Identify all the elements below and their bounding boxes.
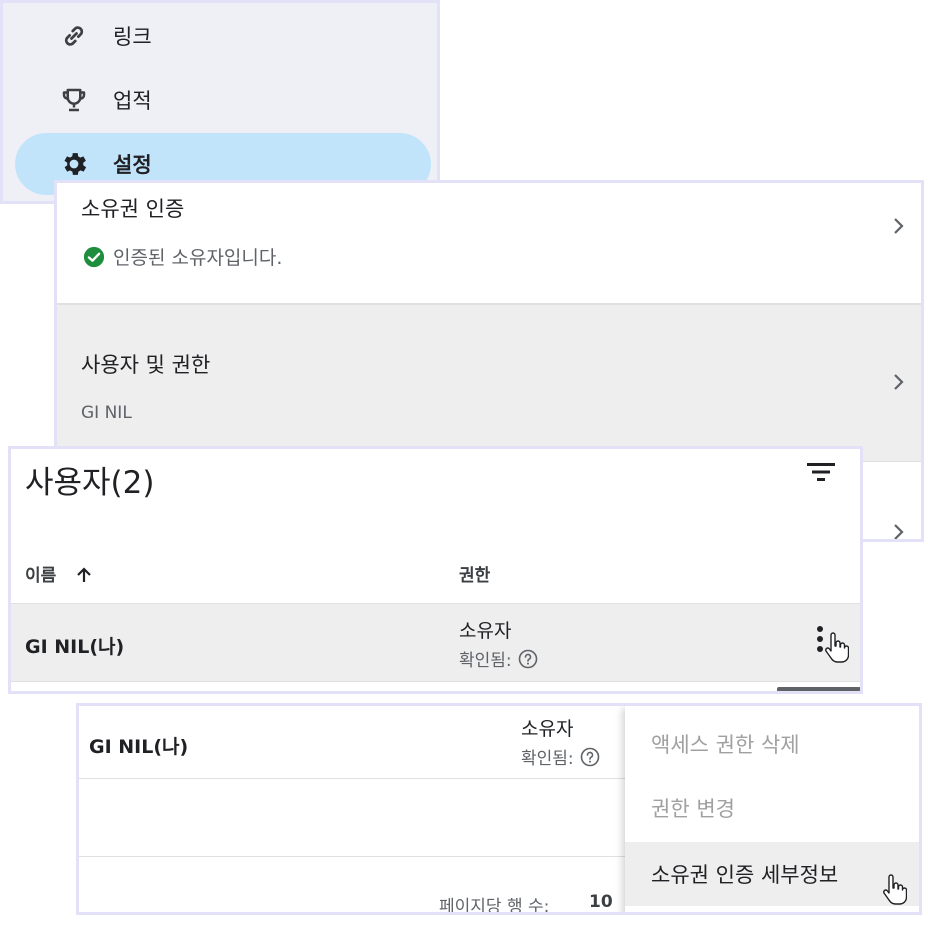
sidebar-item-label: 설정 <box>113 153 152 177</box>
sidebar-panel: 링크 업적 설정 <box>0 0 440 204</box>
rows-per-page-label: 페이지당 행 수: <box>439 897 550 915</box>
table-row[interactable]: GI NIL(나) 소유자 확인됨: <box>11 604 860 681</box>
chevron-right-icon <box>894 374 904 390</box>
hand-cursor-icon <box>883 874 907 905</box>
column-header-name-label: 이름 <box>25 566 57 586</box>
ownership-status: 인증된 소유자입니다. <box>83 243 282 270</box>
user-name: GI NIL(나) <box>89 736 189 758</box>
user-verified-label: 확인됨: <box>521 749 574 769</box>
user-role: 소유자 <box>459 620 512 642</box>
chevron-right-icon <box>894 524 904 539</box>
menu-item-label: 액세스 권한 삭제 <box>651 733 800 757</box>
ownership-verification-row[interactable]: 소유권 인증 인증된 소유자입니다. <box>57 183 921 303</box>
users-table-title: 사용자(2) <box>25 465 155 501</box>
users-table-panel: 사용자(2) 이름 권한 GI NIL(나) 소유자 확인됨: <box>8 446 863 694</box>
users-permissions-title: 사용자 및 권한 <box>81 353 211 377</box>
filter-icon[interactable] <box>806 459 836 485</box>
menu-item-change-permission[interactable]: 권한 변경 <box>625 776 919 840</box>
menu-item-label: 소유권 인증 세부정보 <box>651 863 839 887</box>
user-verified: 확인됨: <box>459 646 538 671</box>
check-circle-icon <box>83 246 105 267</box>
tooltip-edge <box>777 687 860 691</box>
user-role: 소유자 <box>521 718 574 740</box>
column-header-name[interactable]: 이름 <box>25 561 94 586</box>
rows-per-page-select[interactable]: 10 <box>589 892 613 912</box>
chevron-right-icon <box>894 218 904 234</box>
row-actions-menu: 액세스 권한 삭제 권한 변경 소유권 인증 세부정보 <box>625 706 919 912</box>
trophy-icon <box>62 88 86 112</box>
context-menu-panel: GI NIL(나) 소유자 확인됨: 페이지당 행 수: 10 액세스 권한 삭… <box>76 703 922 915</box>
users-permissions-row[interactable]: 사용자 및 권한 GI NIL <box>57 305 921 461</box>
link-icon <box>64 26 84 46</box>
ownership-status-text: 인증된 소유자입니다. <box>113 247 283 269</box>
sidebar-item-achievements[interactable]: 업적 <box>15 69 431 131</box>
ownership-title: 소유권 인증 <box>81 197 185 221</box>
sidebar-item-links[interactable]: 링크 <box>15 5 431 67</box>
user-name: GI NIL(나) <box>25 636 125 658</box>
sidebar-item-label: 링크 <box>113 25 152 49</box>
user-verified-label: 확인됨: <box>459 651 512 671</box>
divider <box>11 681 860 682</box>
column-header-permission[interactable]: 권한 <box>459 561 490 586</box>
menu-item-remove-access[interactable]: 액세스 권한 삭제 <box>625 712 919 776</box>
help-icon[interactable] <box>580 747 600 767</box>
arrow-up-icon[interactable] <box>74 565 94 585</box>
gear-icon <box>64 153 87 175</box>
menu-item-label: 권한 변경 <box>651 797 735 821</box>
users-permissions-sub: GI NIL <box>81 403 132 423</box>
user-verified: 확인됨: <box>521 744 600 769</box>
help-icon[interactable] <box>518 649 538 669</box>
sidebar-item-label: 업적 <box>113 89 152 113</box>
menu-item-ownership-details[interactable]: 소유권 인증 세부정보 <box>625 842 919 906</box>
hand-cursor-icon <box>825 632 849 663</box>
